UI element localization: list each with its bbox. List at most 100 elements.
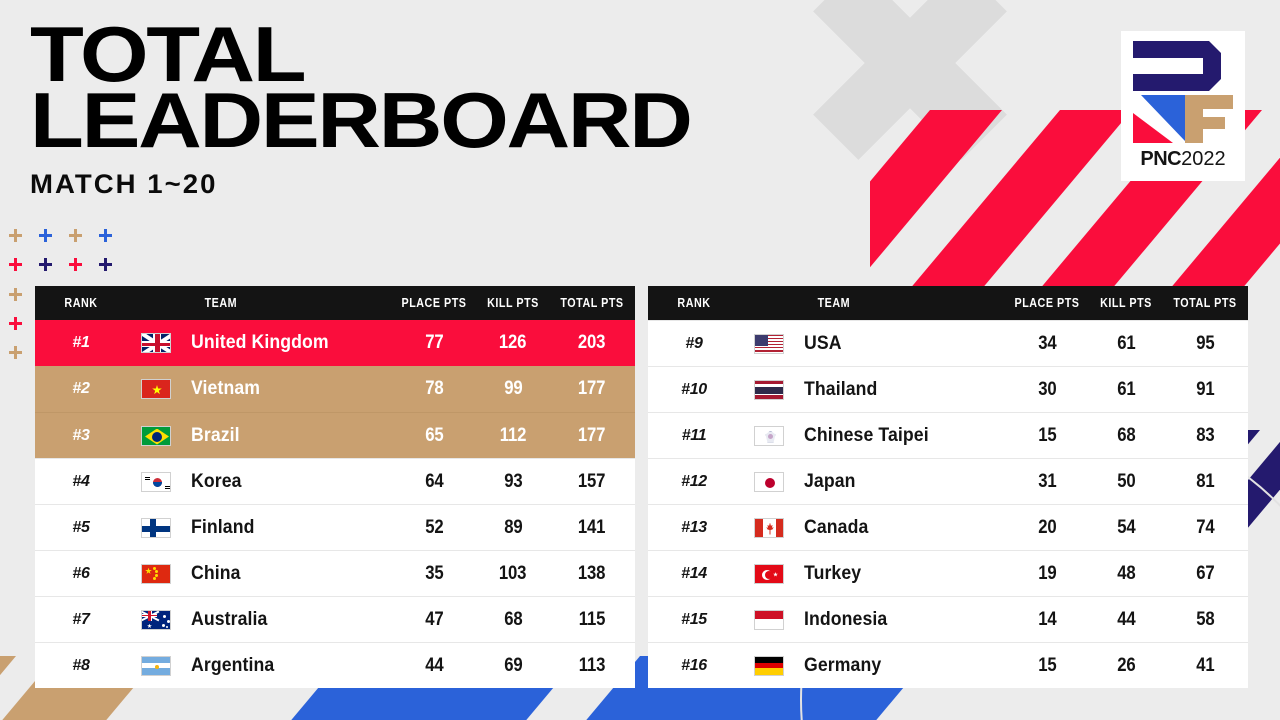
table-row[interactable]: #1 United Kingdom 77 126 203: [35, 320, 635, 366]
cell-flag: [127, 425, 185, 446]
cell-place-pts: 35: [424, 562, 444, 584]
cell-place-pts: 15: [1037, 424, 1057, 446]
cell-rank: #3: [72, 426, 90, 444]
cell-place-pts: 47: [424, 608, 444, 630]
table-row[interactable]: #7 Australia 47 68 115: [35, 596, 635, 642]
flag-id-icon: [754, 609, 784, 630]
flag-us-icon: [754, 333, 784, 354]
flag-tw-icon: [754, 425, 784, 446]
cell-team: Australia: [191, 608, 268, 630]
table-row[interactable]: #14 Turkey 19 48 67: [648, 550, 1248, 596]
table-row[interactable]: #6 China 35 103 138: [35, 550, 635, 596]
flag-gb-icon: [141, 333, 171, 353]
cell-total-pts: 83: [1195, 424, 1215, 446]
flag-br-icon: [141, 425, 171, 446]
table-row[interactable]: #16 Germany 15 26 41: [648, 642, 1248, 688]
cell-kill-pts: 126: [499, 332, 527, 353]
flag-kr-icon: [141, 471, 171, 492]
cell-rank: #9: [685, 334, 703, 352]
cell-kill-pts: 48: [1116, 562, 1136, 584]
cell-kill-pts: 26: [1116, 654, 1136, 676]
table-row[interactable]: #5 Finland 52 89 141: [35, 504, 635, 550]
cell-rank: #10: [681, 380, 707, 398]
logo-year: 2022: [1181, 148, 1226, 170]
cell-flag: [127, 655, 185, 676]
cell-kill-pts: 89: [503, 516, 523, 538]
leaderboard-table-right: RANK TEAM PLACE PTS KILL PTS TOTAL PTS #9 USA…: [648, 286, 1248, 688]
cell-flag: [127, 379, 185, 399]
cell-rank: #14: [681, 564, 707, 582]
cell-kill-pts: 61: [1116, 378, 1136, 400]
cell-kill-pts: 68: [1116, 424, 1136, 446]
pnc-logo-mark: [1133, 41, 1233, 143]
cell-total-pts: 157: [578, 470, 606, 492]
flag-ca-icon: [754, 517, 784, 538]
table-row[interactable]: #8 Argentina 44 69 113: [35, 642, 635, 688]
cell-total-pts: 41: [1195, 654, 1215, 676]
flag-tr-icon: [754, 563, 784, 584]
table-row[interactable]: #11 Chinese Taipei 15 68 83: [648, 412, 1248, 458]
cell-rank: #2: [72, 380, 90, 397]
flag-th-icon: [754, 379, 784, 400]
table-row[interactable]: #2 Vietnam 78 99 177: [35, 366, 635, 412]
cell-place-pts: 34: [1037, 332, 1057, 354]
cell-place-pts: 31: [1037, 470, 1057, 492]
cell-team: Indonesia: [804, 608, 888, 630]
column-header-rank: RANK: [677, 296, 711, 310]
cell-rank: #5: [72, 518, 90, 536]
cell-place-pts: 78: [424, 378, 444, 399]
cell-place-pts: 15: [1037, 654, 1057, 676]
pnc-logo: PNC2022: [1121, 31, 1245, 181]
cell-team: Finland: [191, 516, 255, 538]
cell-team: Canada: [804, 516, 869, 538]
table-row[interactable]: #9 USA 34 61 95: [648, 320, 1248, 366]
table-row[interactable]: #15 Indonesia 14 44 58: [648, 596, 1248, 642]
cell-kill-pts: 93: [503, 470, 523, 492]
cell-team: United Kingdom: [191, 332, 329, 353]
table-header-row: RANK TEAM PLACE PTS KILL PTS TOTAL PTS: [35, 286, 635, 320]
flag-au-icon: [141, 609, 171, 630]
cell-total-pts: 91: [1195, 378, 1215, 400]
cell-total-pts: 67: [1195, 562, 1215, 584]
cell-total-pts: 141: [578, 516, 606, 538]
column-header-team: TEAM: [204, 296, 238, 310]
cell-flag: [740, 333, 798, 354]
cell-flag: [740, 471, 798, 492]
cell-team: Vietnam: [191, 378, 261, 399]
cell-kill-pts: 112: [499, 424, 527, 446]
leaderboard-table-left: RANK TEAM PLACE PTS KILL PTS TOTAL PTS #1 Uni…: [35, 286, 635, 688]
table-row[interactable]: #3 Brazil 65 112 177: [35, 412, 635, 458]
cell-total-pts: 113: [578, 654, 606, 676]
cell-total-pts: 74: [1195, 516, 1215, 538]
cell-flag: [740, 563, 798, 584]
logo-c-glyph: [1185, 95, 1233, 143]
x-mark-decoration: [805, 0, 1015, 168]
table-row[interactable]: #10 Thailand 30 61 91: [648, 366, 1248, 412]
cell-kill-pts: 69: [503, 654, 523, 676]
cell-rank: #15: [681, 610, 707, 628]
column-header-kill-pts: KILL PTS: [1100, 296, 1152, 310]
cell-rank: #4: [72, 472, 90, 490]
cell-team: Turkey: [804, 562, 862, 584]
cell-rank: #7: [72, 610, 90, 628]
cell-team: Japan: [804, 470, 856, 492]
flag-ar-icon: [141, 655, 171, 676]
cell-flag: [127, 563, 185, 584]
cell-total-pts: 138: [578, 562, 606, 584]
flag-cn-icon: [141, 563, 171, 584]
table-row[interactable]: #13 Canada 20 54 74: [648, 504, 1248, 550]
cell-flag: [740, 609, 798, 630]
table-header-row: RANK TEAM PLACE PTS KILL PTS TOTAL PTS: [648, 286, 1248, 320]
flag-vn-icon: [141, 379, 171, 399]
page-title: TOTAL LEADERBOARD MATCH 1~20: [30, 15, 693, 200]
table-row[interactable]: #12 Japan 31 50 81: [648, 458, 1248, 504]
cell-team: USA: [804, 332, 842, 354]
column-header-kill-pts: KILL PTS: [487, 296, 539, 310]
cell-total-pts: 177: [578, 424, 606, 446]
cell-kill-pts: 44: [1116, 608, 1136, 630]
cell-total-pts: 177: [578, 378, 606, 399]
table-row[interactable]: #4 Korea 64 93 157: [35, 458, 635, 504]
column-header-total-pts: TOTAL PTS: [560, 296, 624, 310]
column-header-total-pts: TOTAL PTS: [1173, 296, 1237, 310]
cell-flag: [740, 517, 798, 538]
